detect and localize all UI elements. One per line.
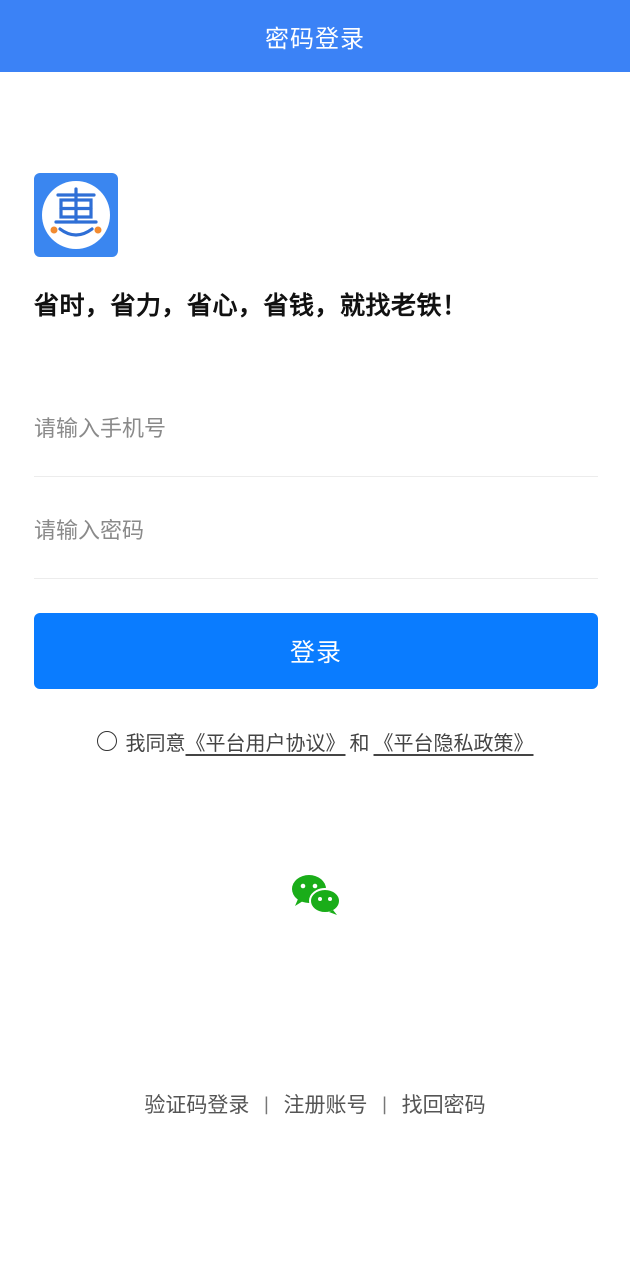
agreement-and: 和 [349,730,370,755]
recover-password-link[interactable]: 找回密码 [402,1089,486,1119]
link-divider: | [381,1093,388,1115]
password-field [34,479,598,579]
hui-logo-icon [42,181,110,249]
bottom-links: 验证码登录 | 注册账号 | 找回密码 [0,1088,630,1120]
password-input[interactable] [34,509,598,553]
privacy-policy-link[interactable]: 《平台隐私政策》 [374,727,534,756]
agree-radio[interactable] [96,731,117,751]
page-title: 密码登录 [265,24,365,53]
agree-prefix: 我同意 [125,730,186,755]
agreement-row: 我同意 《平台用户协议》 和 《平台隐私政策》 [0,725,630,757]
wechat-icon [292,875,341,915]
user-agreement-link[interactable]: 《平台用户协议》 [186,727,346,756]
sms-login-link[interactable]: 验证码登录 [144,1089,249,1119]
link-divider: | [263,1093,270,1115]
login-button[interactable]: 登录 [34,613,598,689]
phone-input[interactable] [34,407,598,451]
wechat-login-button[interactable] [291,874,341,916]
register-link[interactable]: 注册账号 [284,1089,368,1119]
header-bar: 密码登录 [0,0,630,72]
slogan: 省时，省力，省心，省钱，就找老铁！ [34,291,468,320]
phone-field [34,377,598,477]
app-logo [34,173,118,257]
